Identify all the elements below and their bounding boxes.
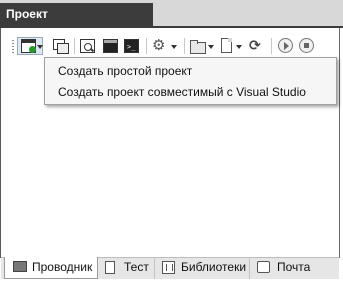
play-icon bbox=[278, 38, 293, 53]
tab-label: Проводник bbox=[32, 260, 93, 274]
toolbar-separator bbox=[74, 38, 75, 54]
preview-button[interactable] bbox=[79, 37, 97, 55]
console-icon bbox=[103, 39, 118, 53]
run-console-button[interactable]: >_ bbox=[123, 37, 141, 55]
preview-icon bbox=[80, 39, 95, 53]
toolbar-separator bbox=[271, 38, 272, 54]
windows-button[interactable] bbox=[52, 37, 70, 55]
tab-libraries[interactable]: Библиотеки bbox=[154, 257, 249, 279]
console-button[interactable] bbox=[102, 37, 120, 55]
run-console-icon: >_ bbox=[124, 39, 139, 53]
tab-label: Библиотеки bbox=[181, 260, 247, 274]
project-panel: Проект >_ ⚙ ⟳ Создать простой проект Соз… bbox=[0, 0, 343, 281]
chevron-down-icon bbox=[37, 45, 43, 49]
panel-right-border bbox=[339, 28, 340, 258]
tab-test[interactable]: Тест bbox=[99, 257, 154, 279]
open-folder-icon bbox=[190, 40, 206, 54]
panel-left-border bbox=[0, 28, 1, 258]
new-project-icon bbox=[21, 39, 36, 53]
libraries-icon bbox=[162, 261, 175, 274]
tab-mail[interactable]: Почта bbox=[249, 257, 311, 279]
chevron-down-icon bbox=[236, 45, 242, 49]
test-document-icon bbox=[105, 261, 115, 274]
toolbar-separator bbox=[184, 38, 185, 54]
menu-item-create-simple-project[interactable]: Создать простой проект bbox=[58, 64, 192, 78]
settings-gear-icon: ⚙ bbox=[152, 37, 166, 54]
tab-explorer[interactable]: Проводник bbox=[4, 257, 98, 279]
new-project-button[interactable] bbox=[17, 37, 43, 55]
new-file-icon bbox=[221, 38, 232, 53]
stop-button[interactable] bbox=[298, 37, 316, 55]
toolbar-grip[interactable] bbox=[12, 40, 14, 54]
panel-title[interactable]: Проект bbox=[0, 3, 153, 26]
panel-header: Проект bbox=[0, 0, 343, 26]
explorer-icon bbox=[13, 261, 27, 272]
tab-label: Почта bbox=[277, 260, 311, 274]
chevron-down-icon bbox=[208, 45, 214, 49]
chevron-down-icon bbox=[171, 45, 177, 49]
open-folder-button[interactable] bbox=[189, 37, 215, 55]
refresh-icon: ⟳ bbox=[249, 37, 261, 53]
menu-item-create-vs-compatible-project[interactable]: Создать проект совместимый с Visual Stud… bbox=[58, 85, 306, 99]
new-file-button[interactable] bbox=[219, 37, 243, 55]
refresh-button[interactable]: ⟳ bbox=[247, 37, 265, 55]
stop-icon bbox=[299, 38, 314, 53]
tab-label: Тест bbox=[124, 260, 149, 274]
mail-icon bbox=[257, 261, 270, 273]
new-project-dropdown-menu: Создать простой проект Создать проект со… bbox=[44, 57, 337, 105]
play-button[interactable] bbox=[277, 37, 295, 55]
settings-button[interactable]: ⚙ bbox=[151, 37, 179, 55]
windows-icon bbox=[53, 39, 69, 54]
toolbar-separator bbox=[146, 38, 147, 54]
